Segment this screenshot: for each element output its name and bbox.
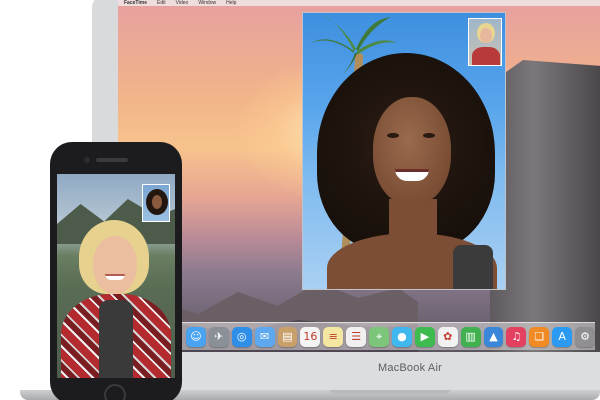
self-view-face — [480, 28, 492, 43]
macbook-opening-notch — [330, 390, 450, 394]
safari-icon[interactable]: ◎ — [231, 326, 252, 347]
iphone-caller-face — [93, 236, 137, 294]
launchpad-icon[interactable]: ✈ — [208, 326, 229, 347]
iphone-front-camera — [84, 157, 90, 163]
itunes-icon[interactable]: ♫ — [506, 326, 527, 347]
self-view-thumbnail[interactable] — [468, 18, 502, 66]
menu-item-facetime[interactable]: FaceTime — [124, 0, 147, 6]
menu-bar: FaceTime Edit Video Window Help — [118, 0, 600, 6]
calendar-icon[interactable]: 16 — [300, 326, 321, 347]
iphone-earpiece — [96, 158, 128, 162]
dock: ☺ ✈ ◎ ✉ ▤ 16 ≡ ☰ ⌖ ● ▶ ✿ ▥ ▲ ♫ ❑ A ⚙ — [180, 322, 596, 350]
caller-smile — [395, 169, 429, 181]
messages-icon[interactable]: ● — [392, 326, 412, 347]
menu-item-window[interactable]: Window — [198, 0, 216, 6]
menu-item-edit[interactable]: Edit — [157, 0, 166, 6]
product-scene: FaceTime Edit Video Window Help ☺ ✈ ◎ ✉ … — [0, 0, 600, 400]
macbook-model-label: MacBook Air — [378, 362, 442, 374]
caller-face — [373, 97, 451, 205]
iphone-self-view-face — [152, 195, 162, 209]
iphone-home-button[interactable] — [104, 384, 126, 400]
mail-icon[interactable]: ✉ — [254, 326, 275, 347]
menu-item-video[interactable]: Video — [176, 0, 189, 6]
photos-icon[interactable]: ✿ — [437, 326, 458, 347]
caller-right-eye — [423, 133, 435, 138]
finder-icon[interactable]: ☺ — [186, 326, 206, 347]
ibooks-icon[interactable]: ❑ — [529, 326, 550, 347]
reminders-icon[interactable]: ☰ — [346, 326, 367, 347]
caller-neck — [389, 199, 437, 239]
menu-item-help[interactable]: Help — [226, 0, 236, 6]
notes-icon[interactable]: ≡ — [323, 326, 344, 347]
self-view-shirt — [472, 47, 500, 65]
keynote-icon[interactable]: ▲ — [483, 326, 504, 347]
facetime-icon[interactable]: ▶ — [414, 326, 435, 347]
caller-left-eye — [387, 133, 399, 138]
caller-top-strap — [453, 245, 493, 289]
maps-icon[interactable]: ⌖ — [369, 326, 390, 347]
iphone-self-view-thumbnail[interactable] — [142, 184, 170, 222]
iphone-caller-smile — [105, 274, 125, 280]
contacts-icon[interactable]: ▤ — [277, 326, 298, 347]
numbers-icon[interactable]: ▥ — [460, 326, 481, 347]
app-store-icon[interactable]: A — [552, 326, 573, 347]
iphone-caller-undershirt — [99, 300, 133, 378]
system-preferences-icon[interactable]: ⚙ — [575, 326, 596, 347]
desktop-wallpaper-cliff — [490, 60, 600, 352]
